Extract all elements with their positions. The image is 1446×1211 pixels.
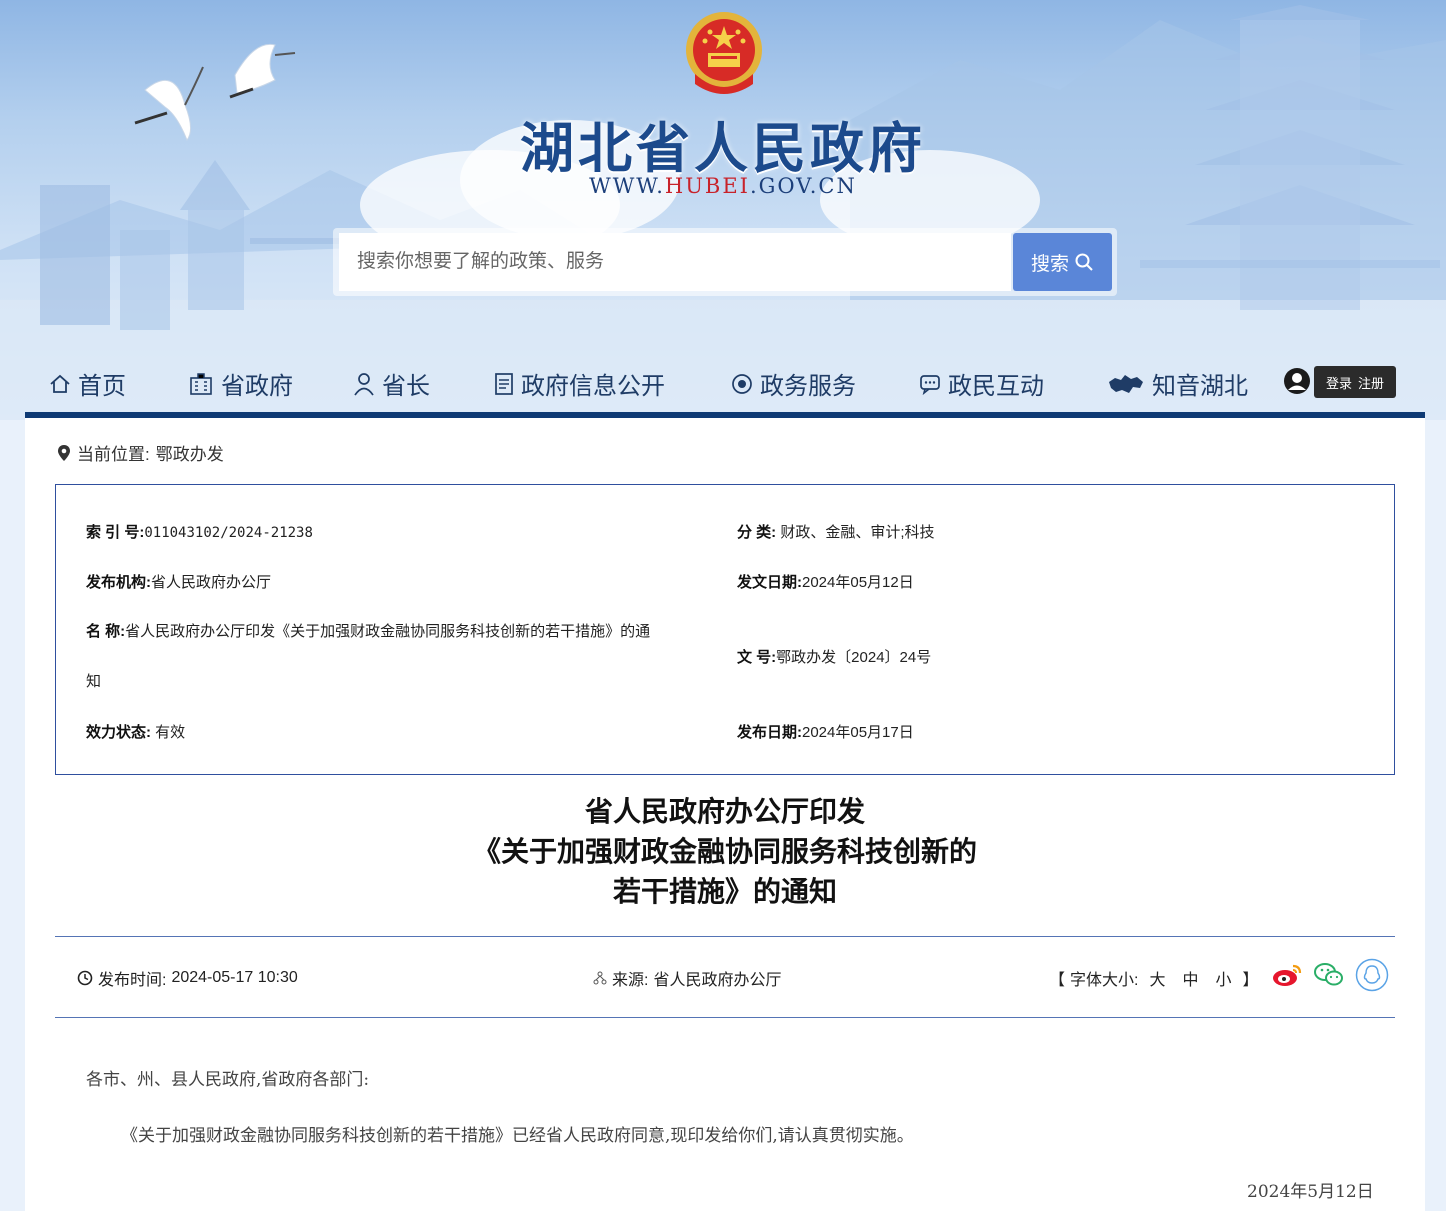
login-register-button[interactable]: 登录 注册: [1314, 366, 1396, 398]
nav-item-home[interactable]: 首页: [49, 366, 126, 401]
document-icon: [495, 372, 513, 395]
meta-category: 分 类: 财政、金融、审计;科技: [737, 524, 935, 541]
qq-share-button[interactable]: [1355, 958, 1389, 992]
meta-publish-date: 发布日期:2024年05月17日: [737, 724, 914, 741]
clock-icon: [77, 970, 93, 986]
site-title: 湖北省人民政府: [520, 117, 926, 180]
article-paragraph: 《关于加强财政金融协同服务科技创新的若干措施》已经省人民政府同意,现印发给你们,…: [121, 1126, 914, 1146]
breadcrumb-current[interactable]: 鄂政办发: [156, 440, 224, 465]
person-icon: [354, 372, 374, 396]
user-avatar-icon[interactable]: [1283, 367, 1311, 395]
share-buttons: [1271, 958, 1389, 992]
divider: [55, 1017, 1395, 1018]
search-button[interactable]: 搜索: [1013, 233, 1112, 291]
register-link[interactable]: 注册: [1358, 373, 1384, 392]
nav-item-governor[interactable]: 省长: [353, 366, 430, 401]
home-icon: [50, 374, 70, 393]
meta-index: 索 引 号:011043102/2024-21238: [86, 524, 313, 541]
source-icon: [593, 971, 607, 985]
nav-item-info-disclosure[interactable]: 政府信息公开: [494, 366, 665, 401]
main-content: 当前位置: 鄂政办发 索 引 号:011043102/2024-21238 分 …: [25, 418, 1425, 1211]
divider: [55, 936, 1395, 937]
meta-issue-date: 发文日期:2024年05月12日: [737, 574, 914, 591]
article-info-bar: 发布时间: 2024-05-17 10:30 来源: 省人民政府办公厅 【 字体大小…: [55, 954, 1395, 1000]
site-url: WWW.HUBEI.GOV.CN: [589, 174, 857, 198]
location-pin-icon: [58, 444, 70, 461]
service-icon: [732, 373, 752, 394]
main-navigation: 首页 省政府 省长 政府信息公开 政务服务 政民互动 知音湖北 登录 注册: [25, 358, 1425, 410]
qq-icon: [1355, 958, 1389, 992]
hubei-map-icon: [1109, 374, 1143, 393]
nav-item-zhiyin-hubei[interactable]: 知音湖北: [1107, 366, 1248, 401]
site-header: 湖北省人民政府 WWW.HUBEI.GOV.CN 搜索 首页 省政府 省长 政府…: [0, 0, 1446, 420]
meta-doc-number: 文 号:鄂政办发〔2024〕24号: [737, 649, 932, 666]
meta-name: 名 称:省人民政府办公厅印发《关于加强财政金融协同服务科技创新的若干措施》的通知: [86, 623, 651, 690]
signature-date: 2024年5月12日: [1247, 1182, 1374, 1202]
wechat-icon: [1314, 963, 1343, 986]
breadcrumb-prefix: 当前位置:: [77, 445, 150, 464]
national-emblem-icon: [686, 12, 762, 94]
nav-item-provincial-gov[interactable]: 省政府: [188, 366, 293, 401]
publish-time: 发布时间: 2024-05-17 10:30: [77, 966, 298, 990]
nav-item-interaction[interactable]: 政民互动: [919, 366, 1044, 401]
meta-issuer: 发布机构:省人民政府办公厅: [86, 574, 272, 591]
article-title: 省人民政府办公厅印发 《关于加强财政金融协同服务科技创新的 若干措施》的通知: [472, 795, 977, 908]
font-size-small[interactable]: 小: [1216, 966, 1232, 990]
login-link[interactable]: 登录: [1326, 373, 1352, 392]
weibo-icon: [1273, 964, 1302, 986]
article-source: 来源: 省人民政府办公厅: [593, 966, 781, 990]
font-size-control: 【 字体大小: 大 中 小 】: [1049, 966, 1259, 990]
meta-status: 效力状态: 有效: [86, 724, 186, 741]
search-bar: 搜索: [333, 228, 1117, 296]
breadcrumb: 当前位置: 鄂政办发: [57, 440, 224, 465]
document-metadata-box: 索 引 号:011043102/2024-21238 分 类: 财政、金融、审计…: [55, 484, 1395, 775]
search-input[interactable]: [339, 233, 1011, 291]
salutation: 各市、州、县人民政府,省政府各部门:: [86, 1070, 370, 1090]
search-icon: [1075, 253, 1093, 271]
building-icon: [190, 372, 212, 395]
chat-icon: [920, 374, 940, 395]
weibo-share-button[interactable]: [1271, 961, 1303, 989]
font-size-large[interactable]: 大: [1149, 966, 1165, 990]
wechat-share-button[interactable]: [1313, 961, 1345, 989]
font-size-medium[interactable]: 中: [1182, 966, 1198, 990]
nav-item-gov-service[interactable]: 政务服务: [731, 366, 856, 401]
